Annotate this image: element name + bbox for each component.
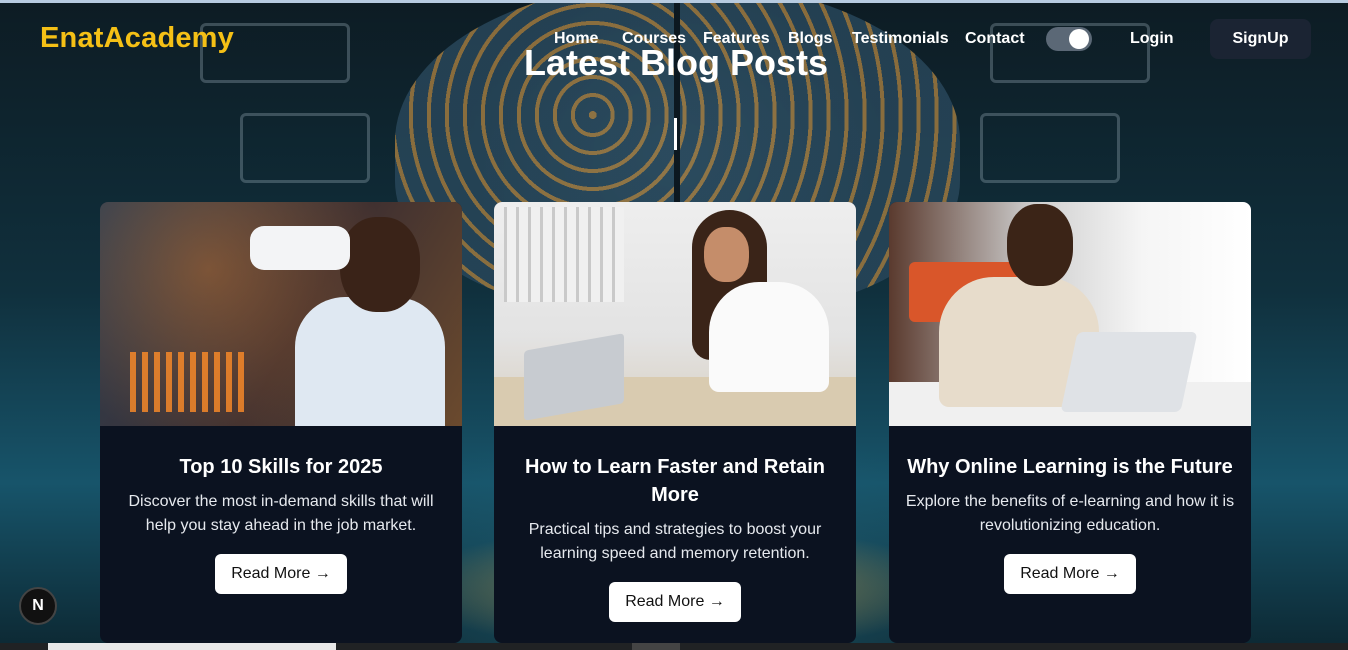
vr-headset-photo — [100, 202, 462, 426]
card-body: Top 10 Skills for 2025 Discover the most… — [100, 426, 462, 594]
blog-card: How to Learn Faster and Retain More Prac… — [494, 202, 856, 643]
vr-headset — [250, 226, 350, 270]
text-caret — [674, 118, 677, 150]
person-head — [1007, 204, 1073, 286]
online-class-laptop-photo — [889, 202, 1251, 426]
read-more-button[interactable]: Read More → — [215, 554, 347, 594]
nextjs-devtools-icon[interactable]: N — [19, 587, 57, 625]
card-title: Top 10 Skills for 2025 — [179, 456, 383, 478]
blog-card: Why Online Learning is the Future Explor… — [889, 202, 1251, 643]
card-title: Why Online Learning is the Future — [907, 456, 1233, 478]
card-body: How to Learn Faster and Retain More Prac… — [494, 426, 856, 622]
person-shirt — [709, 282, 829, 392]
laptop — [1060, 332, 1198, 412]
hologram-chart — [130, 352, 250, 412]
card-description: Practical tips and strategies to boost y… — [528, 521, 822, 562]
card-title: How to Learn Faster and Retain More — [524, 456, 826, 506]
section-title: Latest Blog Posts — [523, 42, 829, 83]
read-more-button[interactable]: Read More → — [1004, 554, 1136, 594]
circuit-line — [240, 113, 370, 183]
person-face — [704, 227, 749, 282]
card-body: Why Online Learning is the Future Explor… — [889, 426, 1251, 594]
taskbar-segment — [632, 643, 680, 650]
blog-card: Top 10 Skills for 2025 Discover the most… — [100, 202, 462, 643]
wall-art — [504, 207, 624, 302]
person-head — [340, 217, 420, 312]
card-description: Discover the most in-demand skills that … — [128, 493, 434, 534]
studying-with-headphones-photo — [494, 202, 856, 426]
circuit-line — [980, 113, 1120, 183]
read-more-button[interactable]: Read More → — [609, 582, 741, 622]
person-shirt — [295, 297, 445, 426]
card-description: Explore the benefits of e-learning and h… — [905, 493, 1235, 534]
taskbar-segment — [48, 643, 336, 650]
bottom-taskbar — [0, 643, 1348, 650]
